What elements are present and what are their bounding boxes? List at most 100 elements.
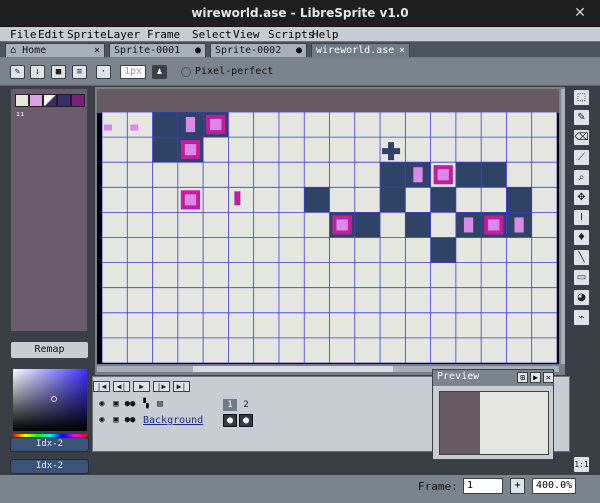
sprite-top-band	[97, 89, 559, 113]
pixel-perfect-label: Pixel-perfect	[195, 66, 274, 77]
remap-button[interactable]: Remap	[10, 341, 89, 359]
tab-close-icon[interactable]: ×	[94, 44, 100, 58]
wire-cell	[405, 212, 431, 238]
preview-play-icon[interactable]: ▶	[530, 372, 541, 383]
spray-icon[interactable]: ⌁	[573, 309, 590, 326]
pencil-tool-icon[interactable]: ✎	[573, 109, 590, 126]
palette-marker: ıı	[16, 110, 25, 118]
wire-cell	[380, 187, 406, 213]
scroll-thumb[interactable]	[193, 366, 393, 372]
wire-cell	[380, 162, 406, 188]
menu-help[interactable]: Help	[312, 27, 339, 42]
wire-cell	[152, 112, 178, 138]
menu-select[interactable]: Select	[192, 27, 232, 42]
preview-play-mode-icon[interactable]: ⊞	[517, 372, 528, 383]
cel-frame-1[interactable]: ●	[223, 414, 237, 427]
blur-icon[interactable]: ◕	[573, 289, 590, 306]
layer-stack-icon[interactable]: ▤	[154, 399, 166, 410]
lock-icon[interactable]: ▣	[110, 399, 122, 410]
eraser-icon[interactable]: ⌫	[573, 129, 590, 146]
menu-scripts[interactable]: Scripts	[268, 27, 314, 42]
palette-swatch[interactable]	[15, 94, 29, 107]
window-title: wireworld.ase - LibreSprite v1.0	[191, 6, 409, 20]
menu-layer[interactable]: Layer	[107, 27, 140, 42]
brush-size-input[interactable]: 1px	[120, 65, 146, 79]
electron-tail	[463, 217, 474, 233]
eye-icon[interactable]: ◉	[96, 415, 108, 426]
move-icon[interactable]: ✥	[573, 189, 590, 206]
last-frame-icon[interactable]: ▶|	[173, 381, 190, 392]
rectangle-icon[interactable]: ▭	[573, 269, 590, 286]
canvas-viewport[interactable]	[97, 89, 559, 364]
electron-core	[184, 144, 197, 156]
line-icon[interactable]: ╲	[573, 249, 590, 266]
foreground-color-button[interactable]: Idx-2	[10, 437, 89, 452]
zoom-icon[interactable]: ⌕	[573, 169, 590, 186]
one-to-one-zoom-button[interactable]: 1:1	[573, 456, 590, 473]
next-frame-icon[interactable]: |▶	[153, 381, 170, 392]
vertical-scrollbar[interactable]	[561, 89, 565, 364]
tab-label: Sprite-0002	[215, 45, 282, 56]
wire-cell	[481, 162, 507, 188]
preview-title: Preview	[437, 371, 480, 382]
tab-modified-icon[interactable]: ●	[296, 44, 302, 58]
sprite-canvas[interactable]	[102, 112, 557, 363]
tab-close-icon[interactable]: ×	[399, 44, 405, 58]
tab-sprite-0002[interactable]: Sprite-0002 ●	[210, 43, 307, 58]
background-color-button[interactable]: Idx-2	[10, 459, 89, 474]
first-frame-icon[interactable]: |◀	[93, 381, 110, 392]
color-picker-handle[interactable]	[51, 396, 57, 402]
prev-frame-icon[interactable]: ◀|	[113, 381, 130, 392]
layer-row[interactable]: ◉ ▣ ●● Background ● ●	[93, 413, 433, 428]
padlock-icon[interactable]: ▣	[110, 415, 122, 426]
frame-input[interactable]: 1	[463, 478, 503, 494]
frame-label: Frame:	[418, 480, 458, 493]
menu-view[interactable]: View	[233, 27, 260, 42]
layer-name[interactable]: Background	[143, 414, 213, 427]
tail-mark	[104, 124, 112, 131]
brush-dot-icon[interactable]: ·	[96, 65, 111, 79]
frame-number-1[interactable]: 1	[223, 399, 237, 411]
electron-tail	[185, 117, 196, 133]
pencil-icon[interactable]: ✎	[10, 65, 25, 79]
pixel-perfect-radio[interactable]	[181, 67, 191, 77]
eyedropper-icon[interactable]: ⟋	[573, 149, 590, 166]
tab-wireworld[interactable]: wireworld.ase ×	[311, 43, 410, 58]
preview-close-icon[interactable]: ✕	[543, 372, 554, 383]
menu-edit[interactable]: Edit	[38, 27, 65, 42]
palette-swatch[interactable]	[43, 94, 57, 107]
text-cursor-icon[interactable]: Ⅰ	[573, 209, 590, 226]
palette-swatch[interactable]	[29, 94, 43, 107]
tab-home[interactable]: ⌂ Home ×	[5, 43, 105, 58]
menu-file[interactable]: File	[10, 27, 37, 42]
timeline-header: ◉ ▣ ●● ▚ ▤ 1 2	[93, 397, 433, 412]
electron-core	[336, 219, 348, 231]
cel-frame-2[interactable]: ●	[239, 414, 253, 427]
document-tabs: ⌂ Home × Sprite-0001 ● Sprite-0002 ● wir…	[0, 42, 600, 59]
link-icon[interactable]: ●●	[124, 399, 136, 410]
home-icon: ⌂	[10, 45, 17, 56]
add-frame-button[interactable]: +	[510, 478, 525, 494]
zoom-input[interactable]: 400.0%	[532, 478, 576, 494]
continuous-icon[interactable]: ●●	[124, 415, 136, 426]
visibility-icon[interactable]: ◉	[96, 399, 108, 410]
tab-sprite-0001[interactable]: Sprite-0001 ●	[109, 43, 206, 58]
down-arrow-icon[interactable]: ↓	[30, 65, 45, 79]
menu-lines-icon[interactable]: ≡	[72, 65, 87, 79]
menu-sprite[interactable]: Sprite	[67, 27, 107, 42]
pressure-icon[interactable]: ♟	[152, 65, 167, 79]
stop-square-icon[interactable]: ■	[51, 65, 66, 79]
electron-core	[488, 219, 500, 231]
menu-frame[interactable]: Frame	[147, 27, 180, 42]
palette-swatch[interactable]	[57, 94, 71, 107]
tail-mark	[130, 124, 139, 131]
fill-icon[interactable]: ♦	[573, 229, 590, 246]
color-picker-square[interactable]	[12, 368, 88, 432]
close-icon[interactable]: ✕	[572, 5, 588, 21]
frame-number-2[interactable]: 2	[239, 399, 253, 411]
tab-modified-icon[interactable]: ●	[195, 44, 201, 58]
onion-skin-icon[interactable]: ▚	[140, 399, 152, 410]
play-icon[interactable]: ▶	[133, 381, 150, 392]
palette-swatch[interactable]	[71, 94, 85, 107]
marquee-icon[interactable]: ⬚	[573, 89, 590, 106]
